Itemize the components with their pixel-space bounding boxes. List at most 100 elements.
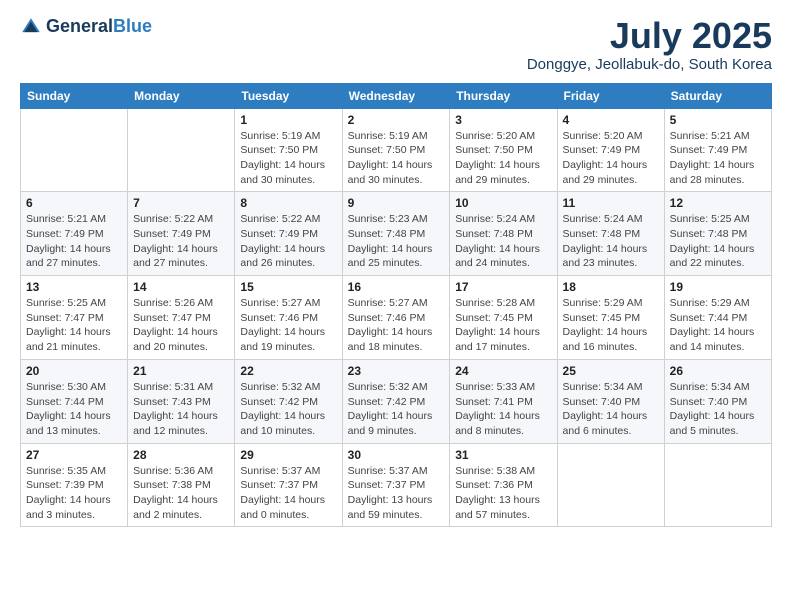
day-number: 12 — [670, 196, 766, 210]
day-info: Sunrise: 5:35 AMSunset: 7:39 PMDaylight:… — [26, 464, 122, 523]
day-info: Sunrise: 5:27 AMSunset: 7:46 PMDaylight:… — [240, 296, 336, 355]
day-info: Sunrise: 5:37 AMSunset: 7:37 PMDaylight:… — [240, 464, 336, 523]
day-number: 31 — [455, 448, 551, 462]
calendar-cell: 19Sunrise: 5:29 AMSunset: 7:44 PMDayligh… — [664, 276, 771, 360]
day-info: Sunrise: 5:31 AMSunset: 7:43 PMDaylight:… — [133, 380, 229, 439]
day-info: Sunrise: 5:36 AMSunset: 7:38 PMDaylight:… — [133, 464, 229, 523]
day-number: 7 — [133, 196, 229, 210]
day-info: Sunrise: 5:21 AMSunset: 7:49 PMDaylight:… — [26, 212, 122, 271]
day-info: Sunrise: 5:24 AMSunset: 7:48 PMDaylight:… — [563, 212, 659, 271]
calendar-header-saturday: Saturday — [664, 83, 771, 108]
day-number: 10 — [455, 196, 551, 210]
day-number: 20 — [26, 364, 122, 378]
calendar-cell: 29Sunrise: 5:37 AMSunset: 7:37 PMDayligh… — [235, 443, 342, 527]
day-info: Sunrise: 5:19 AMSunset: 7:50 PMDaylight:… — [348, 129, 445, 188]
day-info: Sunrise: 5:20 AMSunset: 7:50 PMDaylight:… — [455, 129, 551, 188]
day-info: Sunrise: 5:38 AMSunset: 7:36 PMDaylight:… — [455, 464, 551, 523]
day-info: Sunrise: 5:24 AMSunset: 7:48 PMDaylight:… — [455, 212, 551, 271]
day-info: Sunrise: 5:26 AMSunset: 7:47 PMDaylight:… — [133, 296, 229, 355]
calendar-header-row: SundayMondayTuesdayWednesdayThursdayFrid… — [21, 83, 772, 108]
day-info: Sunrise: 5:30 AMSunset: 7:44 PMDaylight:… — [26, 380, 122, 439]
calendar-cell: 11 Sunrise: 5:24 AMSunset: 7:48 PMDayligh… — [557, 192, 664, 276]
calendar-cell: 24Sunrise: 5:33 AMSunset: 7:41 PMDayligh… — [450, 359, 557, 443]
day-info: Sunrise: 5:22 AMSunset: 7:49 PMDaylight:… — [133, 212, 229, 271]
calendar-cell: 22Sunrise: 5:32 AMSunset: 7:42 PMDayligh… — [235, 359, 342, 443]
day-number: 5 — [670, 113, 766, 127]
day-number: 26 — [670, 364, 766, 378]
calendar-header-monday: Monday — [128, 83, 235, 108]
calendar-cell — [664, 443, 771, 527]
day-number: 3 — [455, 113, 551, 127]
calendar-header-tuesday: Tuesday — [235, 83, 342, 108]
day-info: Sunrise: 5:37 AMSunset: 7:37 PMDaylight:… — [348, 464, 445, 523]
logo-general: GeneralBlue — [46, 17, 152, 37]
calendar-cell: 20 Sunrise: 5:30 AMSunset: 7:44 PMDayligh… — [21, 359, 128, 443]
calendar-cell: 3 Sunrise: 5:20 AMSunset: 7:50 PMDaylight… — [450, 108, 557, 192]
day-info: Sunrise: 5:34 AMSunset: 7:40 PMDaylight:… — [563, 380, 659, 439]
calendar-cell: 18 Sunrise: 5:29 AMSunset: 7:45 PMDayligh… — [557, 276, 664, 360]
day-number: 15 — [240, 280, 336, 294]
calendar-cell: 21 Sunrise: 5:31 AMSunset: 7:43 PMDayligh… — [128, 359, 235, 443]
day-number: 17 — [455, 280, 551, 294]
day-number: 11 — [563, 196, 659, 210]
calendar-table: SundayMondayTuesdayWednesdayThursdayFrid… — [20, 83, 772, 528]
day-info: Sunrise: 5:34 AMSunset: 7:40 PMDaylight:… — [670, 380, 766, 439]
calendar-cell: 9 Sunrise: 5:23 AMSunset: 7:48 PMDaylight… — [342, 192, 450, 276]
day-info: Sunrise: 5:20 AMSunset: 7:49 PMDaylight:… — [563, 129, 659, 188]
calendar-cell: 1Sunrise: 5:19 AMSunset: 7:50 PMDaylight… — [235, 108, 342, 192]
day-info: Sunrise: 5:27 AMSunset: 7:46 PMDaylight:… — [348, 296, 445, 355]
day-info: Sunrise: 5:22 AMSunset: 7:49 PMDaylight:… — [240, 212, 336, 271]
calendar-header-wednesday: Wednesday — [342, 83, 450, 108]
calendar-cell: 6 Sunrise: 5:21 AMSunset: 7:49 PMDaylight… — [21, 192, 128, 276]
day-info: Sunrise: 5:33 AMSunset: 7:41 PMDaylight:… — [455, 380, 551, 439]
calendar-cell: 17 Sunrise: 5:28 AMSunset: 7:45 PMDayligh… — [450, 276, 557, 360]
day-info: Sunrise: 5:29 AMSunset: 7:45 PMDaylight:… — [563, 296, 659, 355]
location-subtitle: Donggye, Jeollabuk-do, South Korea — [527, 56, 772, 73]
day-number: 28 — [133, 448, 229, 462]
day-info: Sunrise: 5:19 AMSunset: 7:50 PMDaylight:… — [240, 129, 336, 188]
day-number: 25 — [563, 364, 659, 378]
calendar-cell — [21, 108, 128, 192]
day-info: Sunrise: 5:23 AMSunset: 7:48 PMDaylight:… — [348, 212, 445, 271]
calendar-cell — [128, 108, 235, 192]
calendar-cell: 30Sunrise: 5:37 AMSunset: 7:37 PMDayligh… — [342, 443, 450, 527]
calendar-cell — [557, 443, 664, 527]
calendar-cell: 13 Sunrise: 5:25 AMSunset: 7:47 PMDayligh… — [21, 276, 128, 360]
calendar-cell: 10 Sunrise: 5:24 AMSunset: 7:48 PMDayligh… — [450, 192, 557, 276]
calendar-week-row: 27 Sunrise: 5:35 AMSunset: 7:39 PMDayligh… — [21, 443, 772, 527]
calendar-cell: 8 Sunrise: 5:22 AMSunset: 7:49 PMDaylight… — [235, 192, 342, 276]
logo: GeneralBlue — [20, 16, 152, 38]
page-header: GeneralBlue July 2025 Donggye, Jeollabuk… — [20, 16, 772, 73]
day-info: Sunrise: 5:29 AMSunset: 7:44 PMDaylight:… — [670, 296, 766, 355]
calendar-week-row: 13 Sunrise: 5:25 AMSunset: 7:47 PMDayligh… — [21, 276, 772, 360]
calendar-cell: 25 Sunrise: 5:34 AMSunset: 7:40 PMDayligh… — [557, 359, 664, 443]
calendar-cell: 14Sunrise: 5:26 AMSunset: 7:47 PMDayligh… — [128, 276, 235, 360]
calendar-week-row: 6 Sunrise: 5:21 AMSunset: 7:49 PMDaylight… — [21, 192, 772, 276]
calendar-cell: 31 Sunrise: 5:38 AMSunset: 7:36 PMDayligh… — [450, 443, 557, 527]
day-number: 16 — [348, 280, 445, 294]
calendar-cell: 2Sunrise: 5:19 AMSunset: 7:50 PMDaylight… — [342, 108, 450, 192]
day-number: 9 — [348, 196, 445, 210]
logo-icon — [20, 16, 42, 38]
calendar-cell: 12 Sunrise: 5:25 AMSunset: 7:48 PMDayligh… — [664, 192, 771, 276]
day-number: 13 — [26, 280, 122, 294]
calendar-header-thursday: Thursday — [450, 83, 557, 108]
calendar-cell: 5 Sunrise: 5:21 AMSunset: 7:49 PMDaylight… — [664, 108, 771, 192]
day-info: Sunrise: 5:28 AMSunset: 7:45 PMDaylight:… — [455, 296, 551, 355]
day-info: Sunrise: 5:25 AMSunset: 7:48 PMDaylight:… — [670, 212, 766, 271]
calendar-cell: 7 Sunrise: 5:22 AMSunset: 7:49 PMDaylight… — [128, 192, 235, 276]
day-number: 21 — [133, 364, 229, 378]
day-info: Sunrise: 5:25 AMSunset: 7:47 PMDaylight:… — [26, 296, 122, 355]
day-number: 6 — [26, 196, 122, 210]
calendar-cell: 23Sunrise: 5:32 AMSunset: 7:42 PMDayligh… — [342, 359, 450, 443]
calendar-cell: 4Sunrise: 5:20 AMSunset: 7:49 PMDaylight… — [557, 108, 664, 192]
calendar-cell: 15 Sunrise: 5:27 AMSunset: 7:46 PMDayligh… — [235, 276, 342, 360]
calendar-cell: 27 Sunrise: 5:35 AMSunset: 7:39 PMDayligh… — [21, 443, 128, 527]
day-info: Sunrise: 5:21 AMSunset: 7:49 PMDaylight:… — [670, 129, 766, 188]
day-number: 27 — [26, 448, 122, 462]
calendar-cell: 16 Sunrise: 5:27 AMSunset: 7:46 PMDayligh… — [342, 276, 450, 360]
calendar-week-row: 20 Sunrise: 5:30 AMSunset: 7:44 PMDayligh… — [21, 359, 772, 443]
day-number: 8 — [240, 196, 336, 210]
calendar-cell: 28 Sunrise: 5:36 AMSunset: 7:38 PMDayligh… — [128, 443, 235, 527]
day-number: 18 — [563, 280, 659, 294]
